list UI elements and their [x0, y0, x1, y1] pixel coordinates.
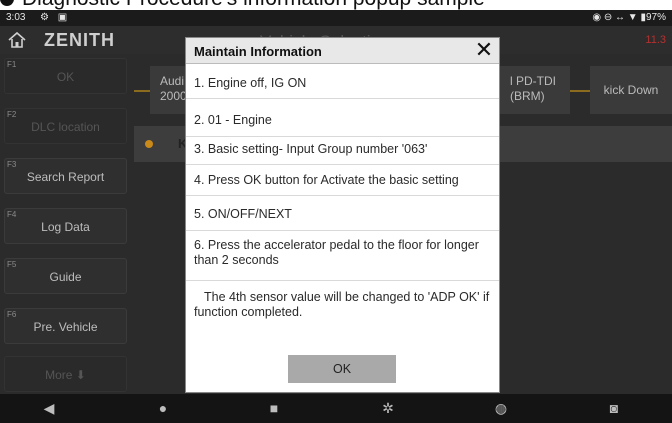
fkey-label: F1: [7, 60, 17, 69]
page-caption: Diagnostic Procedure's information popup…: [0, 0, 672, 10]
sidebar-button-label: DLC location: [31, 120, 100, 134]
sidebar-button-label: Search Report: [26, 170, 105, 184]
status-bar: 3:03 ⚙ ▣ ◉ ⊖ ↔ ▼ ▮97%: [0, 10, 672, 26]
back-icon[interactable]: ◀: [37, 400, 61, 417]
navigation-bar: ◀ ● ■ ✲ ◍ ◙: [0, 394, 672, 423]
instruction-line: 3. Basic setting- Input Group number '06…: [194, 142, 428, 156]
vehicle-card-kickdown[interactable]: kick Down: [590, 66, 672, 114]
battery-voltage: 11.3: [645, 34, 666, 46]
status-time: 3:03: [6, 12, 26, 23]
browser-icon[interactable]: ◍: [489, 400, 513, 417]
sidebar-button-label: More ⬇: [45, 368, 86, 382]
caption-text: Diagnostic Procedure's information popup…: [22, 0, 485, 10]
fkey-label: F6: [7, 310, 17, 319]
dialog-header: Maintain Information ✕: [186, 38, 499, 64]
close-icon[interactable]: ✕: [473, 39, 495, 61]
status-icons: ⚙ ▣: [40, 12, 71, 23]
recent-apps-icon[interactable]: ■: [262, 400, 286, 416]
screenshot-icon[interactable]: ◙: [602, 400, 626, 416]
device-screen: 3:03 ⚙ ▣ ◉ ⊖ ↔ ▼ ▮97% ZENITH Vehicle Sel…: [0, 10, 672, 423]
sidebar-button-log-data[interactable]: F4 Log Data: [4, 208, 127, 244]
sidebar-button-label: OK: [56, 70, 75, 84]
ok-button[interactable]: OK: [288, 355, 396, 383]
sidebar-button-search-report[interactable]: F3 Search Report: [4, 158, 127, 194]
divider: [186, 98, 499, 99]
sidebar-button-dlc-location[interactable]: F2 DLC location: [4, 108, 127, 144]
fkey-label: F4: [7, 210, 17, 219]
maintain-information-dialog: Maintain Information ✕ 1. Engine off, IG…: [185, 37, 500, 393]
bullet-icon: [0, 0, 14, 7]
divider: [186, 230, 499, 231]
settings-icon[interactable]: ✲: [376, 400, 400, 417]
sidebar-button-label: Guide: [49, 270, 82, 284]
instruction-line: 1. Engine off, IG ON: [194, 76, 307, 90]
sidebar-button-label: Pre. Vehicle: [33, 320, 98, 334]
instruction-line: 5. ON/OFF/NEXT: [194, 207, 292, 221]
sidebar-button-more[interactable]: More ⬇: [4, 356, 127, 392]
sidebar-button-pre-vehicle[interactable]: F6 Pre. Vehicle: [4, 308, 127, 344]
result-note: The 4th sensor value will be changed to …: [194, 290, 490, 319]
sidebar-button-ok[interactable]: F1 OK: [4, 58, 127, 94]
home-nav-icon[interactable]: ●: [151, 400, 175, 416]
divider: [186, 280, 499, 281]
instruction-line: 2. 01 - Engine: [194, 113, 272, 127]
vehicle-card-engine[interactable]: l PD-TDI (BRM): [500, 66, 570, 114]
instruction-line: 6. Press the accelerator pedal to the fl…: [194, 238, 479, 267]
divider: [186, 164, 499, 165]
divider: [186, 195, 499, 196]
status-indicators: ◉ ⊖ ↔ ▼ ▮97%: [592, 12, 666, 23]
app-logo: ZENITH: [44, 30, 115, 50]
status-dot-icon: [145, 140, 153, 148]
vehicle-card-make[interactable]: Audi 2000: [150, 66, 187, 114]
divider: [186, 136, 499, 137]
sidebar-button-guide[interactable]: F5 Guide: [4, 258, 127, 294]
fkey-label: F3: [7, 160, 17, 169]
home-icon[interactable]: [6, 30, 28, 50]
dialog-title: Maintain Information: [194, 44, 322, 59]
fkey-label: F5: [7, 260, 17, 269]
instruction-line: 4. Press OK button for Activate the basi…: [194, 173, 459, 187]
sidebar: F1 OK F2 DLC location F3 Search Report F…: [0, 54, 130, 394]
fkey-label: F2: [7, 110, 17, 119]
sidebar-button-label: Log Data: [41, 220, 90, 234]
